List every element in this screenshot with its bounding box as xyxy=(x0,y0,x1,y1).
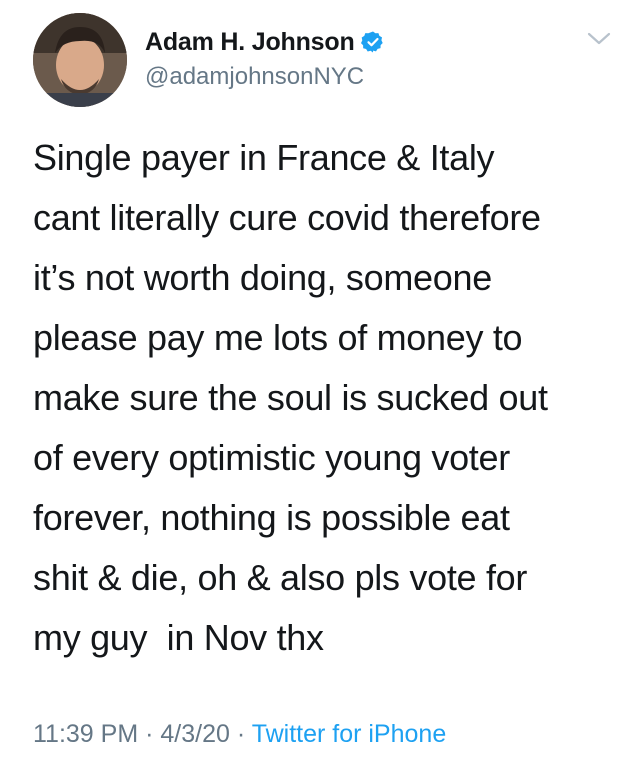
meta-separator: · xyxy=(236,720,246,748)
author-display-name[interactable]: Adam H. Johnson xyxy=(145,28,355,57)
tweet-metadata: 11:39 PM · 4/3/20 · Twitter for iPhone xyxy=(33,720,446,749)
avatar[interactable] xyxy=(33,13,127,107)
tweet-time[interactable]: 11:39 PM xyxy=(33,720,138,748)
chevron-down-icon[interactable] xyxy=(586,30,612,48)
author-name-row[interactable]: Adam H. Johnson xyxy=(145,26,385,58)
author-handle[interactable]: @adamjohnsonNYC xyxy=(145,63,364,91)
tweet-text: Single payer in France & Italy cant lite… xyxy=(33,137,548,658)
meta-separator: · xyxy=(145,720,154,748)
avatar-image xyxy=(33,13,127,107)
tweet-card: Adam H. Johnson @adamjohnsonNYC Single p… xyxy=(0,0,640,764)
tweet-source-link[interactable]: Twitter for iPhone xyxy=(252,720,447,748)
verified-badge-icon xyxy=(360,30,385,54)
tweet-date[interactable]: 4/3/20 xyxy=(160,720,230,748)
